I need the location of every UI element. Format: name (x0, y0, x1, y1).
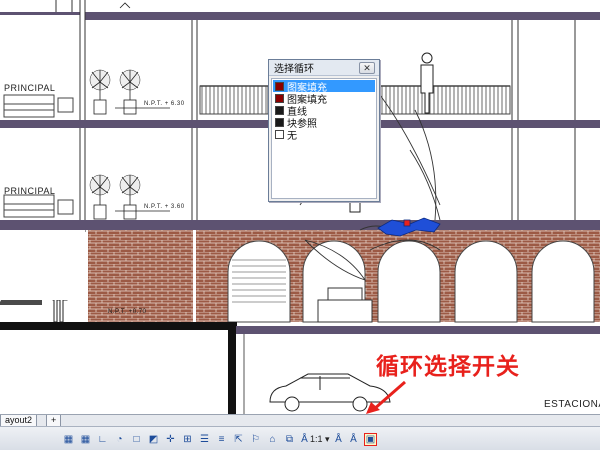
drawing-canvas[interactable]: PRINCIPAL PRINCIPAL N.P.T. + 6.30 N.P.T.… (0, 0, 600, 414)
color-swatch (275, 117, 284, 127)
transparency-icon[interactable]: ⇱ (232, 433, 245, 446)
chevron-down-icon[interactable]: ▾ (325, 434, 330, 445)
auto-scale-icon[interactable]: Å (347, 433, 360, 446)
3d-object-snap-icon[interactable]: ◩ (147, 433, 160, 446)
cycle-list: 图案填充 图案填充 直线 块参照 无 (271, 78, 377, 199)
cycle-item-label: 无 (287, 130, 297, 142)
annotation-scale[interactable]: 1:1 (310, 434, 323, 444)
floor-slab-lower (0, 220, 600, 230)
level-label: PRINCIPAL (4, 186, 56, 196)
elevation-label: N.P.T. + 6.30 (144, 101, 185, 107)
annotation-visibility-toggle-icon[interactable]: Å (332, 433, 345, 446)
polar-tracking-icon[interactable]: ◔ (113, 433, 126, 446)
selection-cycling-toggle-icon[interactable]: ▣ (364, 433, 377, 446)
object-snap-tracking-icon[interactable]: ✛ (164, 433, 177, 446)
lineweight-icon[interactable]: ≡ (215, 433, 228, 446)
grid-display-icon[interactable]: ▦ (79, 433, 92, 446)
cycle-item-none[interactable]: 无 (273, 128, 375, 142)
model-space-icon[interactable]: ⌂ (266, 433, 279, 446)
snap-grid-icon[interactable]: ▦ (62, 433, 75, 446)
color-swatch (275, 105, 284, 115)
status-bar: ▦ ▦ ∟ ◔ □ ◩ ✛ ⊞ ☰ ≡ ⇱ ⚐ ⌂ ⧉ Å 1:1 ▾ Å Å … (0, 426, 600, 450)
annotation-visibility-icon[interactable]: ⧉ (283, 433, 296, 446)
annotation-label: 循环选择开关 (376, 353, 520, 379)
color-swatch (275, 93, 284, 103)
ortho-icon[interactable]: ∟ (96, 433, 109, 446)
garage-label: ESTACIONAM (544, 399, 600, 410)
elevation-label: N.P.T. + 3.60 (144, 204, 185, 210)
dynamic-ucs-icon[interactable]: ⊞ (181, 433, 194, 446)
color-swatch (275, 81, 284, 91)
floor-slab-top (85, 12, 600, 20)
layout-tab-bar: ayout2 + (0, 414, 600, 427)
color-swatch (275, 129, 284, 139)
close-button[interactable]: ✕ (359, 62, 375, 74)
selection-cycling-dialog[interactable]: 选择循环 ✕ 图案填充 图案填充 直线 块参照 无 (268, 59, 380, 202)
object-snap-icon[interactable]: □ (130, 433, 143, 446)
quick-properties-icon[interactable]: ⚐ (249, 433, 262, 446)
dynamic-input-icon[interactable]: ☰ (198, 433, 211, 446)
level-label: PRINCIPAL (4, 83, 56, 93)
elevation-label: N.P.T. +0.70 (108, 309, 147, 315)
